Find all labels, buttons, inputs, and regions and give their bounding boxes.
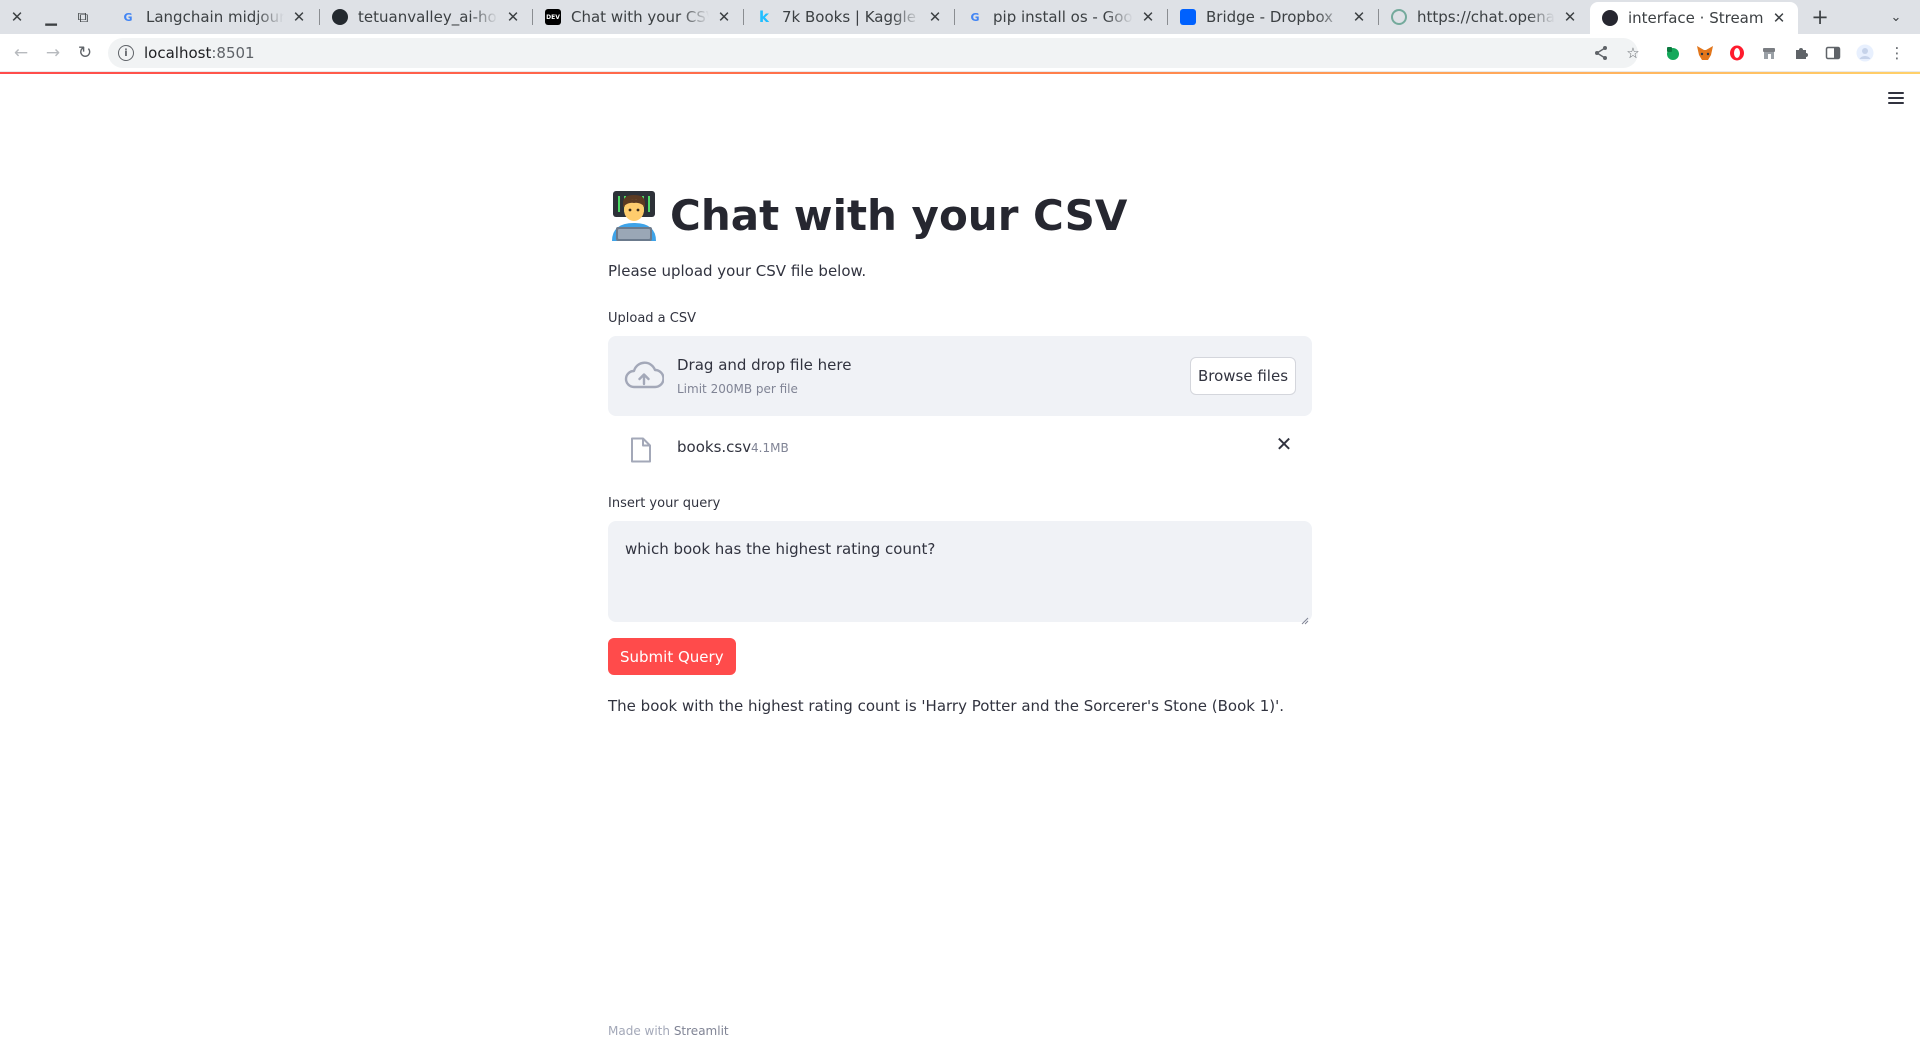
- window-close-icon[interactable]: ✕: [2, 0, 32, 34]
- github-icon: [332, 9, 348, 25]
- browser-menu-icon[interactable]: ⋮: [1887, 43, 1907, 63]
- url-host: localhost: [144, 44, 212, 62]
- tab-title: pip install os - Google: [993, 8, 1133, 26]
- tab-title: Bridge - Dropbox: [1206, 8, 1334, 26]
- metamask-extension-icon[interactable]: [1695, 43, 1715, 63]
- close-icon[interactable]: ✕: [1770, 9, 1788, 27]
- tab-title: interface · Streamlit: [1628, 9, 1764, 27]
- browser-tab[interactable]: https://chat.openai.c ✕: [1379, 0, 1589, 34]
- query-textarea[interactable]: which book has the highest rating count?: [608, 521, 1312, 625]
- close-icon[interactable]: ✕: [504, 8, 522, 26]
- extensions-puzzle-icon[interactable]: [1791, 43, 1811, 63]
- dev-to-icon: DEV: [545, 9, 561, 25]
- dropzone-title: Drag and drop file here: [677, 356, 852, 374]
- tab-title: https://chat.openai.c: [1417, 8, 1555, 26]
- answer-text: The book with the highest rating count i…: [608, 697, 1284, 715]
- close-icon[interactable]: ✕: [1350, 8, 1368, 26]
- footer-streamlit-link[interactable]: Streamlit: [674, 1024, 729, 1038]
- dropbox-icon: [1180, 9, 1196, 25]
- footer-prefix: Made with: [608, 1024, 670, 1038]
- submit-query-button[interactable]: Submit Query: [608, 638, 736, 675]
- evernote-extension-icon[interactable]: [1663, 43, 1683, 63]
- browser-tab-active[interactable]: interface · Streamlit ✕: [1590, 2, 1798, 34]
- uploader-label: Upload a CSV: [608, 311, 697, 326]
- file-dropzone[interactable]: Drag and drop file here Limit 200MB per …: [608, 336, 1312, 416]
- browser-tab[interactable]: k 7k Books | Kaggle ✕: [744, 0, 954, 34]
- uploaded-file-row: books.csv 4.1MB ✕: [608, 418, 1312, 476]
- google-icon: G: [123, 10, 133, 24]
- store-extension-icon[interactable]: [1759, 43, 1779, 63]
- query-label: Insert your query: [608, 496, 721, 511]
- browser-tab[interactable]: G Langchain midjourney ✕: [108, 0, 318, 34]
- side-panel-icon[interactable]: [1823, 43, 1843, 63]
- back-arrow-icon[interactable]: ←: [6, 34, 36, 72]
- close-icon[interactable]: ✕: [715, 8, 733, 26]
- tab-title: Chat with your CSV: V: [571, 8, 709, 26]
- browse-files-button[interactable]: Browse files: [1190, 357, 1296, 395]
- close-icon[interactable]: ✕: [1139, 8, 1157, 26]
- dropzone-limit-text: Limit 200MB per file: [677, 382, 798, 396]
- page-title: Chat with your CSV: [608, 180, 1312, 250]
- query-text: which book has the highest rating count?: [625, 540, 936, 558]
- cloud-upload-icon: [624, 360, 665, 392]
- window-restore-icon[interactable]: ⧉: [68, 0, 98, 34]
- browser-tab[interactable]: tetuanvalley_ai-home ✕: [320, 0, 532, 34]
- browser-tab[interactable]: G pip install os - Google ✕: [955, 0, 1167, 34]
- tab-title: tetuanvalley_ai-home: [358, 8, 498, 26]
- forward-arrow-icon[interactable]: →: [38, 34, 68, 72]
- close-icon[interactable]: ✕: [926, 8, 944, 26]
- opera-extension-icon[interactable]: [1727, 43, 1747, 63]
- streamlit-icon: [1602, 10, 1618, 26]
- browser-tab[interactable]: Bridge - Dropbox ✕: [1168, 0, 1378, 34]
- main-menu-icon[interactable]: [1885, 89, 1907, 107]
- main-content: Chat with your CSV Please upload your CS…: [608, 180, 1312, 715]
- address-bar[interactable]: i localhost:8501: [108, 38, 1638, 68]
- reload-icon[interactable]: ↻: [70, 34, 100, 72]
- subtitle-text: Please upload your CSV file below.: [608, 262, 867, 280]
- page-title-text: Chat with your CSV: [670, 190, 1128, 240]
- url-port: :8501: [211, 44, 255, 62]
- file-icon: [630, 437, 652, 463]
- remove-file-close-icon[interactable]: ✕: [1274, 432, 1294, 456]
- technologist-icon: [608, 189, 660, 241]
- tab-search-chevron-icon[interactable]: ⌄: [1882, 0, 1910, 34]
- close-icon[interactable]: ✕: [290, 8, 308, 26]
- google-icon: G: [970, 10, 980, 24]
- new-tab-icon[interactable]: +: [1806, 0, 1834, 34]
- browser-tab[interactable]: DEV Chat with your CSV: V ✕: [533, 0, 743, 34]
- footer: Made with Streamlit: [608, 1024, 729, 1038]
- close-icon[interactable]: ✕: [1561, 8, 1579, 26]
- profile-avatar-icon[interactable]: [1855, 43, 1875, 63]
- bookmark-star-icon[interactable]: ☆: [1623, 43, 1643, 63]
- tab-title: 7k Books | Kaggle: [782, 8, 916, 26]
- streamlit-header-decoration: [0, 72, 1920, 74]
- kaggle-icon: k: [759, 8, 769, 26]
- site-info-icon[interactable]: i: [118, 45, 134, 61]
- uploaded-file-name: books.csv: [677, 438, 752, 456]
- share-icon[interactable]: [1591, 43, 1611, 63]
- uploaded-file-size: 4.1MB: [751, 441, 789, 455]
- url-text: localhost:8501: [144, 44, 255, 62]
- resize-handle-icon[interactable]: [1301, 611, 1309, 625]
- window-minimize-icon[interactable]: ▁: [36, 0, 66, 34]
- browser-tab-strip: ✕ ▁ ⧉ G Langchain midjourney ✕ tetuanval…: [0, 0, 1920, 34]
- openai-icon: [1391, 9, 1407, 25]
- browser-toolbar: ← → ↻ i localhost:8501 ☆ ⋮: [0, 34, 1920, 72]
- tab-title: Langchain midjourney: [146, 8, 284, 26]
